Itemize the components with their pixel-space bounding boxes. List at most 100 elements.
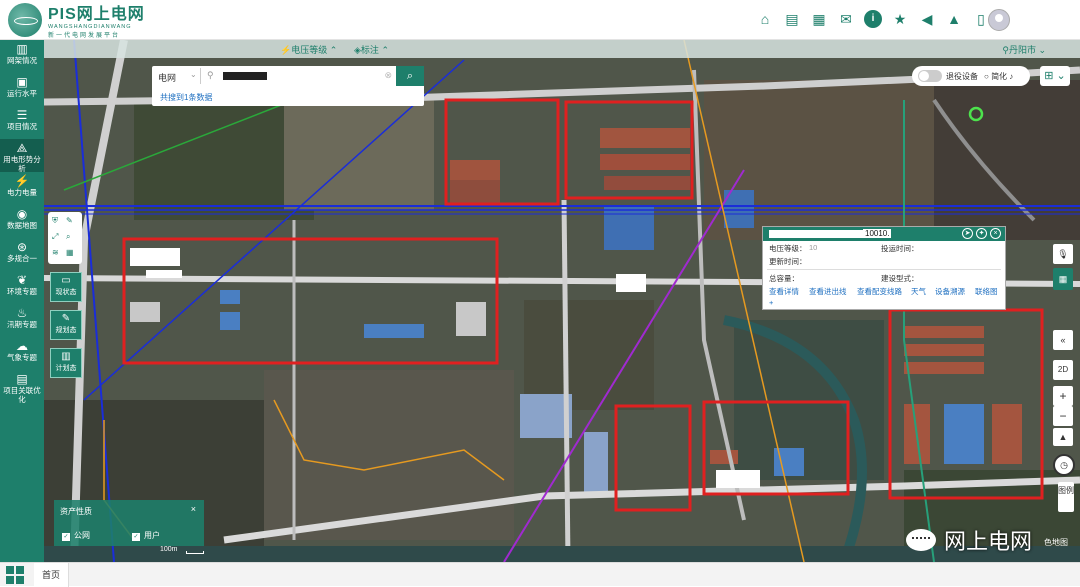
sidebar-item-label: 网架情况 xyxy=(7,56,37,65)
wave-icon[interactable]: ≋ xyxy=(52,248,59,257)
chat-icon[interactable]: ✉ xyxy=(837,10,855,28)
map-icon: ◉ xyxy=(16,207,28,221)
sidebar-item-flood[interactable]: ♨ 汛期专题 xyxy=(0,304,44,337)
asset-public-checkbox[interactable]: ✓ 公网 xyxy=(62,530,90,541)
asset-user-checkbox[interactable]: ✓ 用户 xyxy=(132,530,160,541)
app-grid-icon[interactable] xyxy=(6,566,24,584)
star-icon[interactable]: ★ xyxy=(891,10,909,28)
status-plan-button[interactable]: ✎ 规划态 xyxy=(50,310,82,340)
layers-button[interactable]: ⊞ ⌄ xyxy=(1040,66,1070,86)
sidebar-item-label: 汛期专题 xyxy=(7,320,37,329)
zoom-icon[interactable]: ⌕ xyxy=(66,232,70,242)
view-in-out-lines-link[interactable]: 查看进出线 xyxy=(809,286,847,297)
app-header: PIS网上电网 WANGSHANGDIANWANG 新一代电网发展平台 ⌂ ▤ … xyxy=(0,0,1080,40)
link-icon: ▤ xyxy=(16,372,28,386)
sidebar-item-power[interactable]: ⚡ 电力电量 xyxy=(0,172,44,205)
header-toolbar: ⌂ ▤ ▦ ✉ i ★ ◀ ▲ ▯ xyxy=(756,10,990,28)
label-dropdown[interactable]: ◈标注 ⌃ xyxy=(354,43,389,56)
compass-icon[interactable]: ▲ xyxy=(1053,428,1073,446)
watermark-text: 网上电网 xyxy=(944,529,1033,554)
popup-header: 10010. ➤ ✦ × xyxy=(763,227,1005,241)
view-distribution-lines-link[interactable]: 查看配变线路 xyxy=(857,286,902,297)
grid-layout-button[interactable]: ▦ xyxy=(1053,268,1073,290)
megaphone-icon[interactable]: ◀ xyxy=(918,10,936,28)
logo-subtitle: 新一代电网发展平台 xyxy=(48,33,121,39)
water-icon: ♨ xyxy=(16,306,28,320)
legend-button[interactable]: 图例 xyxy=(1058,482,1074,512)
retired-devices-switch[interactable] xyxy=(918,70,942,82)
sidebar-item-network[interactable]: ▥ 网架情况 xyxy=(0,40,44,73)
sidebar-item-label: 项目关联优化 xyxy=(3,386,41,404)
update-time-label: 更新时间： xyxy=(769,257,807,266)
search-type-select[interactable]: 电网 xyxy=(158,71,176,84)
tab-home[interactable]: 首页 xyxy=(34,563,70,587)
user-avatar[interactable] xyxy=(988,9,1010,31)
chevron-down-icon: ⌄ xyxy=(190,70,197,79)
weather-link[interactable]: 天气 xyxy=(911,286,926,297)
sidebar-item-usage-analysis[interactable]: ⟁ 用电形势分析 xyxy=(0,139,44,173)
sidebar-item-project-link[interactable]: ▤ 项目关联优化 xyxy=(0,370,44,405)
app-logo[interactable]: PIS网上电网 WANGSHANGDIANWANG 新一代电网发展平台 xyxy=(8,0,145,39)
layers-icon: ⊞ xyxy=(1044,70,1054,82)
build-type-label: 建设型式： xyxy=(881,274,919,283)
simplify-toggle[interactable]: ○ 简化 ♪ xyxy=(984,71,1013,82)
sidebar: ▥ 网架情况 ▣ 运行水平 ☰ 项目情况 ⟁ 用电形势分析 ⚡ 电力电量 ◉ 数据地图 ⊛ 多… xyxy=(0,40,44,562)
close-icon[interactable]: × xyxy=(191,504,196,514)
search-panel: 电网 ⌄ ⚲ ⊗ ⌕ 共搜到1条数据 xyxy=(152,66,424,106)
sidebar-item-data-map[interactable]: ◉ 数据地图 xyxy=(0,205,44,238)
device-trace-link[interactable]: 设备溯源 xyxy=(935,286,965,297)
search-input[interactable]: ⚲ ⊗ xyxy=(200,68,396,84)
monitor-icon: ▣ xyxy=(16,75,28,89)
grid-view-icon[interactable]: ▦ xyxy=(66,248,74,257)
view-details-link[interactable]: 查看详情 xyxy=(769,286,799,297)
retired-devices-toggle-panel: 退役设备 ○ 简化 ♪ xyxy=(912,66,1030,86)
globe-logo-icon xyxy=(8,2,42,37)
contact-diagram-link[interactable]: 联络图 xyxy=(975,286,998,297)
sidebar-item-operation[interactable]: ▣ 运行水平 xyxy=(0,73,44,106)
expand-icon[interactable]: ⤢ xyxy=(52,232,58,242)
building-icon[interactable]: ⌂ xyxy=(756,10,774,28)
info-icon[interactable]: i xyxy=(864,10,882,28)
zoom-out-button[interactable]: − xyxy=(1053,406,1073,426)
status-schedule-button[interactable]: ▥ 计划态 xyxy=(50,348,82,378)
view-mode-button[interactable]: 2D xyxy=(1053,360,1073,380)
location-pin-icon: ⚲ xyxy=(1002,45,1009,55)
clear-icon[interactable]: ⊗ xyxy=(384,70,392,81)
leaf-icon: ❦ xyxy=(16,273,28,287)
sidebar-item-projects[interactable]: ☰ 项目情况 xyxy=(0,106,44,139)
sidebar-item-label: 项目情况 xyxy=(7,122,37,131)
voltage-level-dropdown[interactable]: ⚡电压等级 ⌃ xyxy=(280,43,337,56)
microphone-button[interactable]: 🎙 xyxy=(1053,244,1073,264)
zoom-in-button[interactable]: + xyxy=(1053,386,1073,406)
close-icon[interactable]: × xyxy=(990,228,1001,239)
clock-icon[interactable]: ◷ xyxy=(1053,454,1075,476)
sidebar-item-multi-plan[interactable]: ⊛ 多规合一 xyxy=(0,238,44,271)
pencil-icon[interactable]: ✎ xyxy=(66,216,73,225)
pin-icon[interactable]: ✦ xyxy=(976,228,987,239)
voltage-value: 10 xyxy=(809,243,818,252)
search-result-count: 共搜到1条数据 xyxy=(160,93,213,102)
search-query-redacted xyxy=(223,72,267,80)
location-pin-icon: ⚲ xyxy=(207,70,214,80)
wechat-logo-icon xyxy=(906,529,936,551)
voltage-label: 电压等级： xyxy=(769,244,807,253)
sidebar-item-label: 数据地图 xyxy=(7,221,37,230)
status-now-button[interactable]: ▭ 现状态 xyxy=(50,272,82,302)
tower-icon: ⟁ xyxy=(16,141,28,155)
commission-label: 投运时间： xyxy=(881,244,919,253)
capacity-label: 总容量： xyxy=(769,274,799,283)
search-button[interactable]: ⌕ xyxy=(396,66,424,86)
chart-icon[interactable]: ▦ xyxy=(810,10,828,28)
sidebar-item-weather[interactable]: ☁ 气象专题 xyxy=(0,337,44,370)
shield-icon[interactable]: ⛨ xyxy=(52,216,58,226)
map-top-toolbar: ⚡电压等级 ⌃ ◈标注 ⌃ ⚲丹阳市 ⌄ xyxy=(44,40,1080,58)
basemap-label[interactable]: 色地图 xyxy=(1044,537,1068,548)
sidebar-item-environment[interactable]: ❦ 环境专题 xyxy=(0,271,44,304)
locate-icon[interactable]: ➤ xyxy=(962,228,973,239)
broadcast-icon[interactable]: ▲ xyxy=(945,10,963,28)
list-icon: ☰ xyxy=(16,108,28,122)
collapse-button[interactable]: « xyxy=(1053,330,1073,350)
region-selector[interactable]: ⚲丹阳市 ⌄ xyxy=(1002,43,1046,56)
document-icon[interactable]: ▤ xyxy=(783,10,801,28)
expand-plus-button[interactable]: + xyxy=(769,298,773,307)
